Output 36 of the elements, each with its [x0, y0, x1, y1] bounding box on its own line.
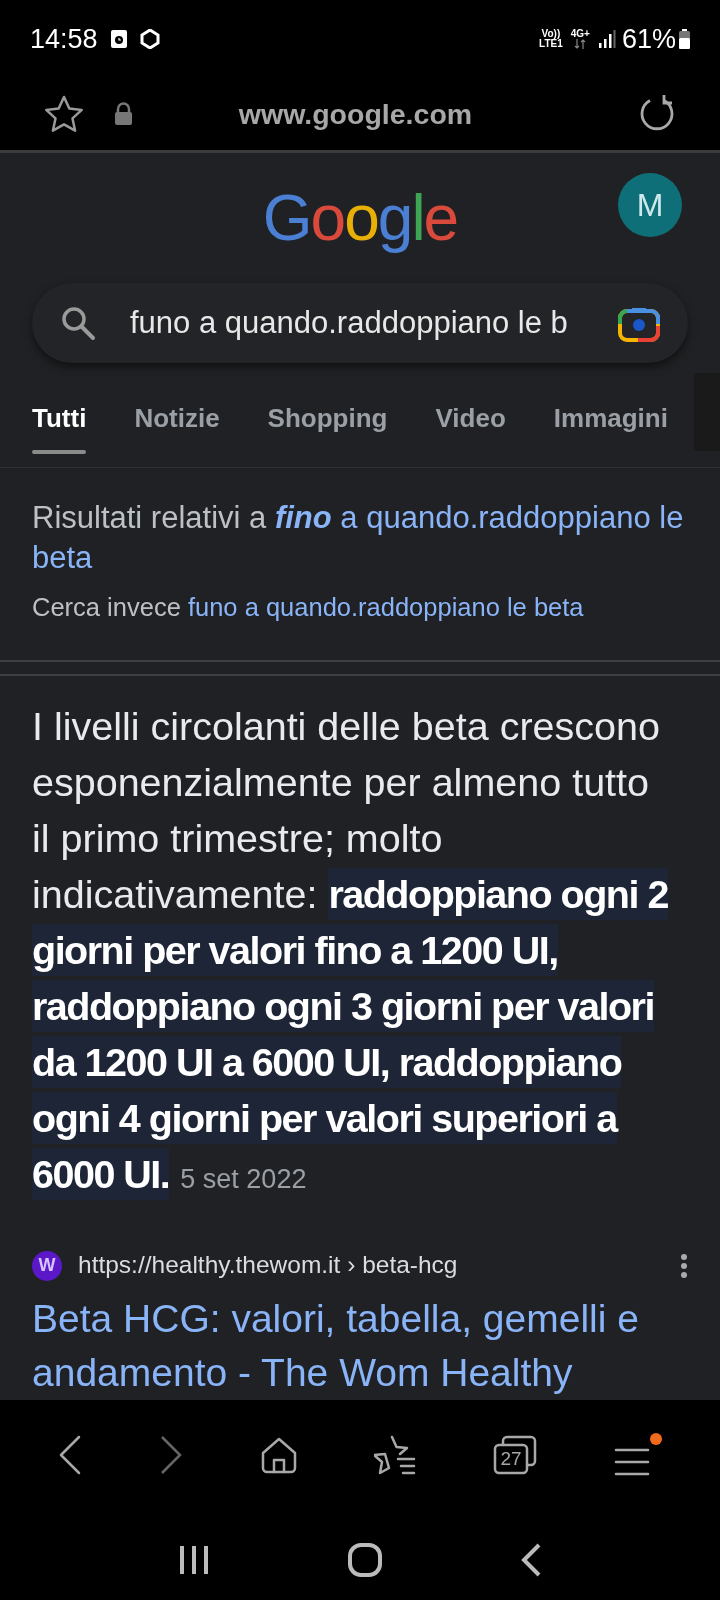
tab[interactable]: Notizie — [134, 399, 220, 459]
volte-label: Vo)) — [541, 29, 561, 39]
account-avatar[interactable]: M — [618, 173, 682, 237]
search-field[interactable]: funo a quando.raddoppiano le b — [32, 283, 688, 363]
clock: 14:58 — [30, 22, 98, 56]
notification-icon — [109, 29, 128, 49]
result-source-url: https://healthy.thewom.it › beta-hcg — [78, 1250, 459, 1281]
search-instead-label: Cerca invece — [32, 593, 181, 621]
lte-label: LTE1 — [539, 39, 563, 49]
bookmark-star-button[interactable] — [44, 95, 84, 133]
network-label: 4G+ — [570, 29, 590, 39]
home-button[interactable] — [259, 1436, 298, 1474]
app-notification-icon — [139, 29, 160, 49]
site-favicon: W — [32, 1250, 62, 1281]
forward-button[interactable] — [159, 1435, 183, 1475]
tab[interactable]: Immagini — [553, 399, 668, 459]
back-nav-button[interactable] — [519, 1543, 542, 1577]
search-instead-link[interactable]: funo a quando.raddoppiano le beta — [187, 593, 584, 621]
data-arrows-icon — [574, 39, 587, 49]
battery-percentage: 61% — [621, 22, 676, 56]
tab[interactable]: Tutti — [32, 399, 87, 459]
menu-button[interactable] — [613, 1433, 662, 1477]
showing-results-text: Risultati relativi a fino a quando.raddoppiano le beta — [32, 499, 685, 577]
bookmarks-button[interactable] — [374, 1435, 417, 1475]
home-nav-button[interactable] — [347, 1542, 383, 1578]
back-button[interactable] — [58, 1435, 83, 1475]
tab[interactable]: Shopping — [267, 399, 388, 459]
tab[interactable]: Video — [435, 399, 506, 459]
recent-apps-button[interactable] — [178, 1544, 211, 1576]
lock-icon — [114, 102, 133, 126]
reload-button[interactable] — [638, 95, 676, 133]
battery-icon — [679, 29, 690, 49]
more-options-icon[interactable] — [680, 1252, 688, 1279]
result-title-link[interactable]: Beta HCG: valori, tabella, gemelli e andamento - The Wom Healthy — [32, 1292, 688, 1400]
signal-icon — [597, 29, 616, 49]
search-icon — [60, 305, 96, 341]
